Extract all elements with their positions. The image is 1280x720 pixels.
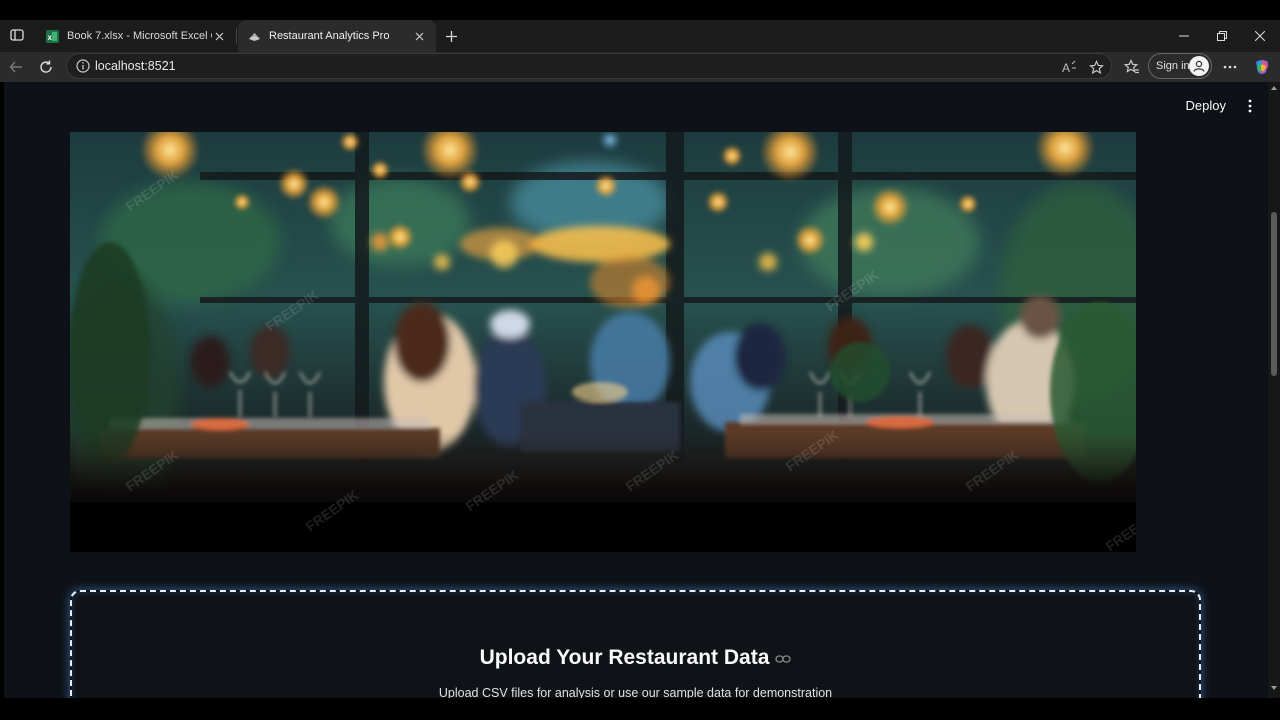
upload-heading: Upload Your Restaurant Data — [72, 646, 1199, 670]
tab-restaurant-analytics[interactable]: Restaurant Analytics Pro — [238, 20, 436, 52]
close-tab-icon[interactable] — [212, 29, 226, 43]
copilot-icon[interactable] — [1250, 55, 1274, 79]
restore-button[interactable] — [1202, 20, 1242, 52]
minimize-button[interactable] — [1164, 20, 1204, 52]
profile-avatar-icon — [1189, 56, 1209, 76]
page-scrollbar[interactable] — [1268, 82, 1280, 698]
address-bar[interactable]: localhost:8521 A — [66, 53, 1112, 79]
streamlit-app: Deploy FREEPIK FREEPIK FREEPIK FREEPIK F… — [4, 82, 1268, 698]
svg-text:A: A — [1062, 61, 1070, 74]
tab-label: Restaurant Analytics Pro — [269, 30, 390, 42]
screen-top-edge — [0, 0, 1280, 20]
restaurant-hero-image: FREEPIK FREEPIK FREEPIK FREEPIK FREEPIK … — [70, 132, 1136, 552]
tab-label: Book 7.xlsx - Microsoft Excel Onli — [67, 30, 212, 42]
scroll-up-icon[interactable] — [1270, 84, 1278, 92]
scroll-down-icon[interactable] — [1270, 684, 1278, 692]
browser-tab-bar: x Book 7.xlsx - Microsoft Excel Onli Res… — [0, 20, 1280, 52]
upload-section: Upload Your Restaurant Data Upload CSV f… — [70, 590, 1201, 698]
favorite-star-icon[interactable] — [1087, 58, 1105, 76]
streamlit-icon — [249, 32, 260, 41]
new-tab-button[interactable] — [440, 24, 462, 48]
deploy-button[interactable]: Deploy — [1186, 98, 1226, 113]
upload-subtitle: Upload CSV files for analysis or use our… — [438, 686, 833, 698]
tab-actions-icon[interactable] — [6, 24, 28, 46]
main-menu-icon[interactable] — [1246, 96, 1254, 116]
tab-excel[interactable]: x Book 7.xlsx - Microsoft Excel Onli — [36, 20, 237, 52]
screen-bottom-edge — [0, 698, 1280, 720]
app-header: Deploy — [4, 82, 1268, 132]
upload-title-text: Upload Your Restaurant Data — [479, 646, 770, 669]
browser-toolbar: localhost:8521 A Sign in — [0, 52, 1280, 82]
back-icon[interactable] — [4, 55, 28, 79]
close-window-button[interactable] — [1240, 20, 1280, 52]
svg-text:x: x — [48, 33, 53, 42]
url-text: localhost:8521 — [95, 59, 176, 73]
refresh-icon[interactable] — [34, 55, 58, 79]
favorites-icon[interactable] — [1120, 55, 1144, 79]
read-aloud-icon[interactable]: A — [1061, 58, 1079, 76]
anchor-link-icon[interactable] — [775, 646, 792, 670]
more-options-icon[interactable] — [1218, 55, 1242, 79]
close-tab-icon[interactable] — [412, 29, 426, 43]
scrollbar-thumb[interactable] — [1271, 212, 1277, 376]
sign-in-button[interactable]: Sign in — [1148, 53, 1212, 79]
sign-in-label: Sign in — [1156, 60, 1190, 72]
excel-icon: x — [46, 29, 59, 43]
site-info-icon[interactable] — [75, 58, 91, 74]
